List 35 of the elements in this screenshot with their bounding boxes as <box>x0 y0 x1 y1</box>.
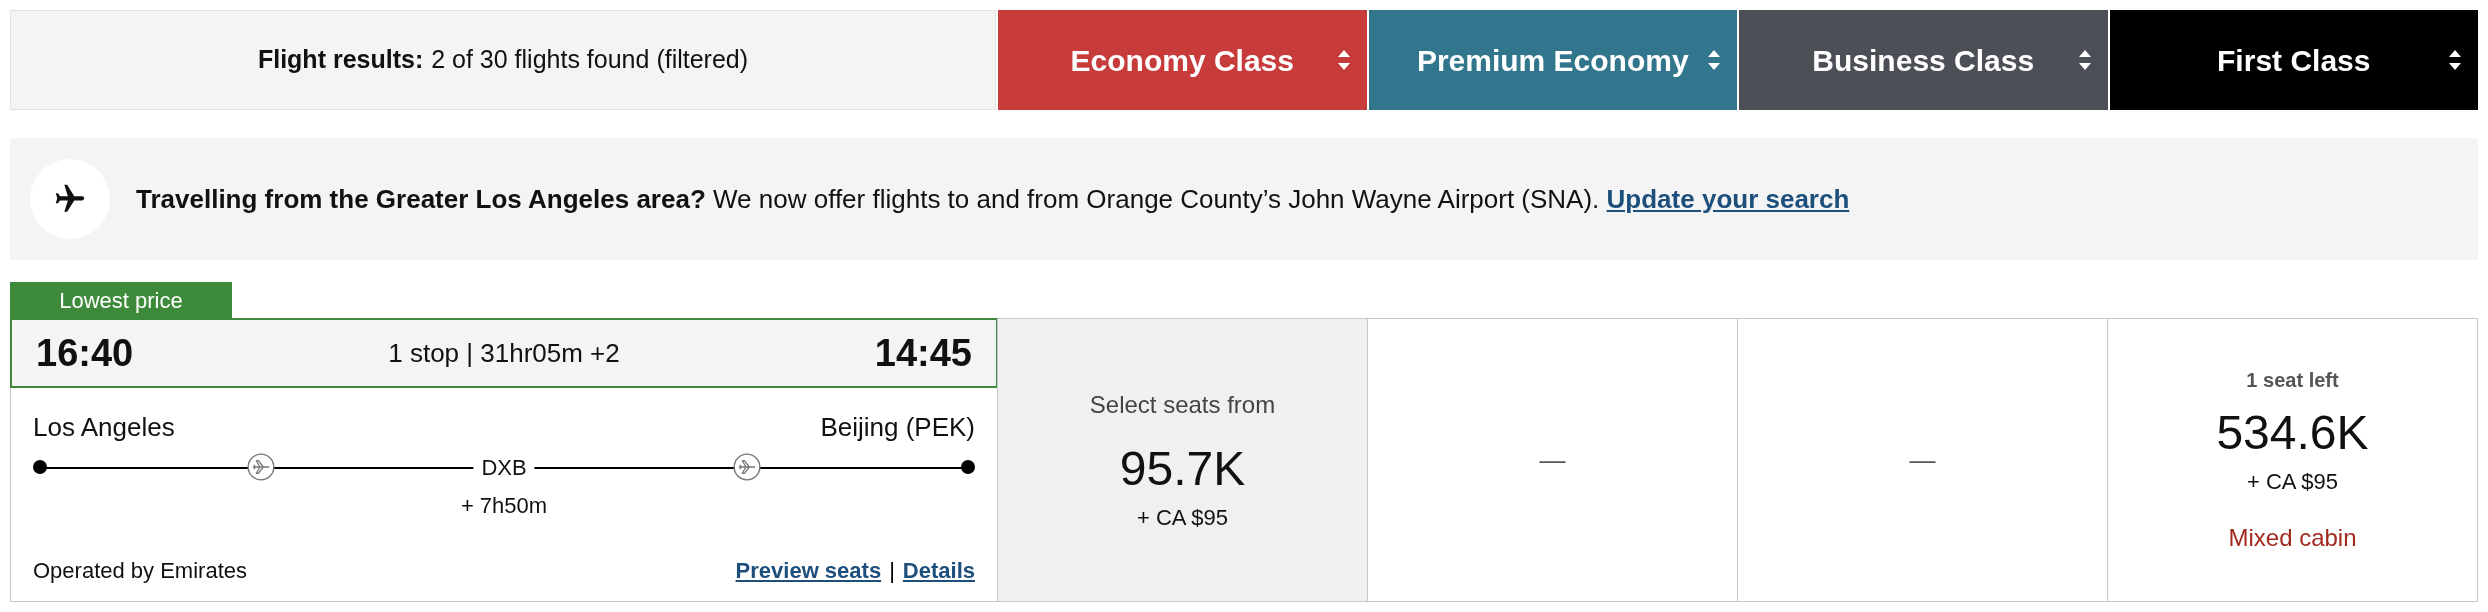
operator-text: Operated by Emirates <box>33 557 247 585</box>
fare-price: 95.7K <box>1119 444 1246 493</box>
seats-left: 1 seat left <box>2246 367 2339 393</box>
departure-time: 16:40 <box>36 330 134 376</box>
link-separator: | <box>889 557 895 585</box>
flight-summary: 1 stop | 31hr05m +2 <box>388 336 620 370</box>
fare-fee: + CA $95 <box>2246 467 2339 496</box>
origin-city: Los Angeles <box>33 411 175 444</box>
results-summary: Flight results: 2 of 30 flights found (filtered) <box>10 10 996 110</box>
sort-icon <box>2448 49 2462 71</box>
arrival-time: 14:45 <box>874 330 972 376</box>
update-search-link[interactable]: Update your search <box>1606 183 1850 214</box>
sort-icon <box>2077 49 2092 71</box>
lowest-price-badge: Lowest price <box>10 282 232 318</box>
cabin-column-header[interactable]: Economy Class <box>998 10 1367 110</box>
sort-icon <box>1707 49 1721 71</box>
flight-link[interactable]: Details <box>902 554 975 587</box>
fare-cell[interactable]: 1 seat left 534.6K + CA $95 Mixed cabin <box>2107 318 2478 602</box>
cabin-column-header[interactable]: Premium Economy <box>1368 10 1737 110</box>
mixed-cabin-note: Mixed cabin <box>2228 522 2357 553</box>
fare-caption: Select seats from <box>1089 389 1276 420</box>
plane-icon <box>733 453 761 481</box>
notice-text: Travelling from the Greater Los Angeles area? We now offer flights to and from Orange County’s John Wayne Airport (SNA). Update your search <box>136 182 1850 216</box>
fare-fee: + CA $95 <box>1136 503 1229 532</box>
destination-city: Beijing (PEK) <box>820 411 975 444</box>
layover-duration: + 7h50m <box>460 492 548 520</box>
plane-icon <box>247 453 275 481</box>
fare-cell: — <box>1737 318 2108 602</box>
flight-link[interactable]: Preview seats <box>735 554 882 587</box>
fare-cell: — <box>1367 318 1738 602</box>
cabin-column-header[interactable]: Business Class <box>1739 10 2108 110</box>
cabin-column-header[interactable]: First Class <box>2109 10 2478 110</box>
sort-icon <box>1336 49 1351 71</box>
fare-cell[interactable]: Select seats from 95.7K + CA $95 <box>997 318 1368 602</box>
fare-price: 534.6K <box>2216 408 2369 457</box>
